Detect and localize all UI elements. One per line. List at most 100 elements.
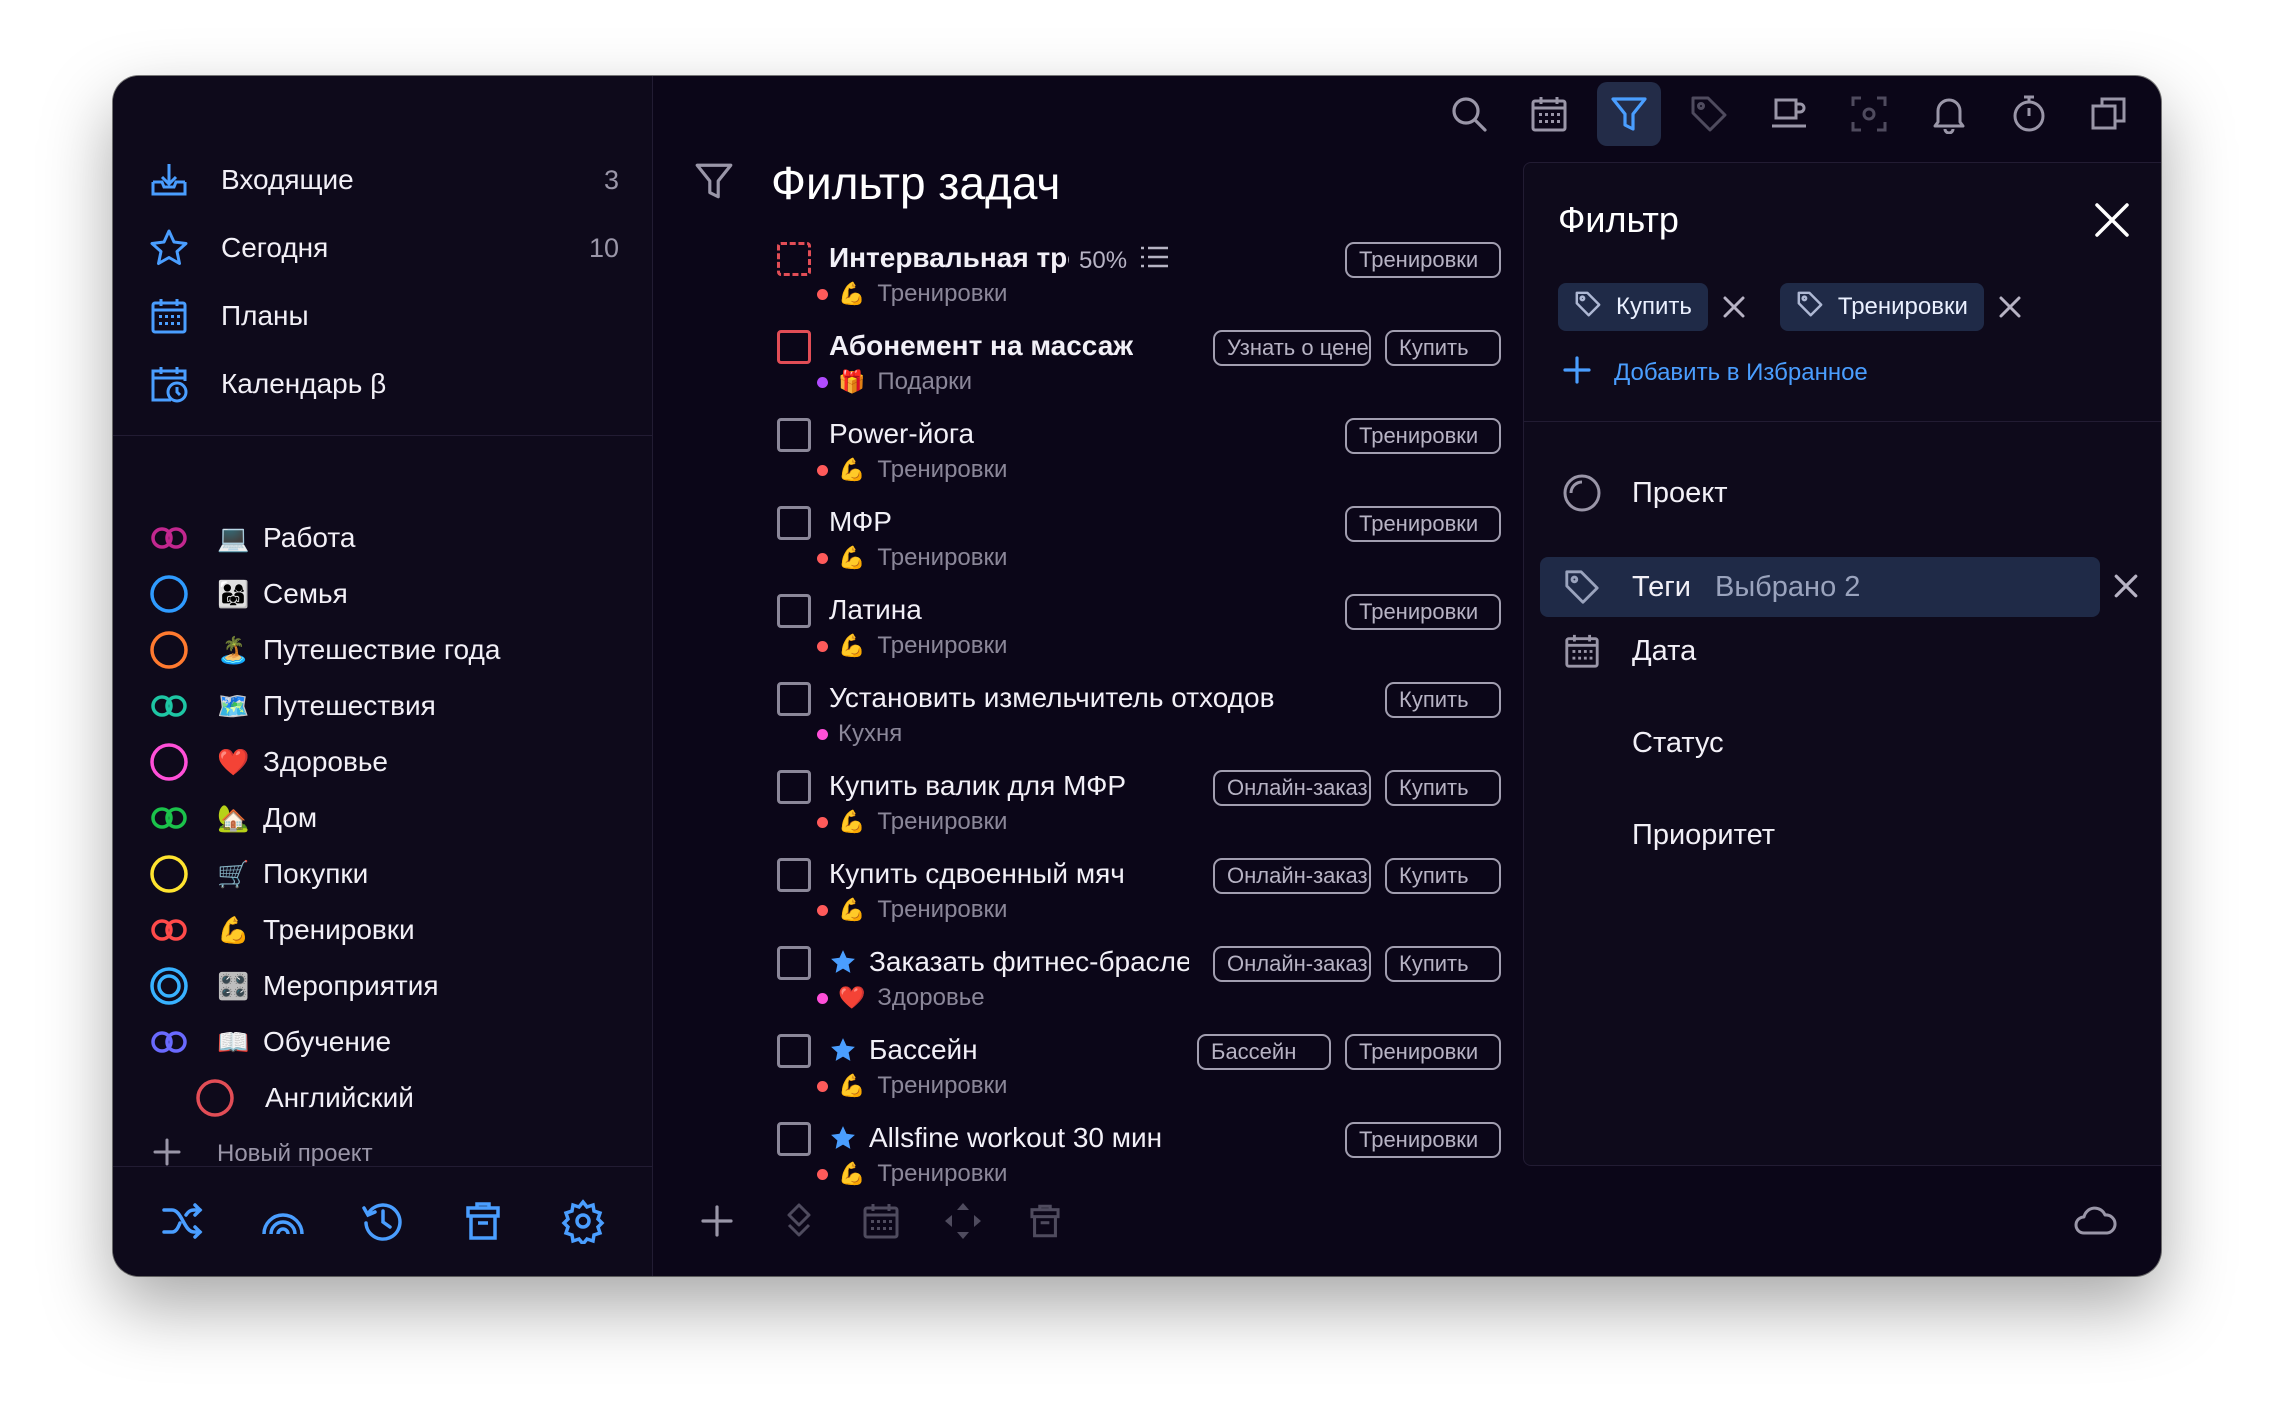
- tag-icon: [1796, 290, 1824, 325]
- task-checkbox[interactable]: [777, 242, 811, 276]
- sidebar-item-calendar[interactable]: Календарь β: [113, 350, 653, 418]
- calendar-icon[interactable]: [1517, 82, 1581, 146]
- remove-tag-icon[interactable]: [1722, 295, 1746, 319]
- task-tag-chip[interactable]: Купить: [1385, 858, 1501, 894]
- sidebar-item-plans[interactable]: Планы: [113, 282, 653, 350]
- task-tag-chip[interactable]: Онлайн-заказ: [1213, 770, 1371, 806]
- cloud-icon[interactable]: [2073, 1203, 2117, 1242]
- task-project: Кухня: [817, 720, 902, 748]
- task-row[interactable]: Бассейн 💪 Тренировки Бассейн Тренировки: [761, 1026, 1501, 1114]
- clear-tags-icon[interactable]: [2113, 573, 2139, 604]
- filter-icon[interactable]: [1597, 82, 1661, 146]
- subproject-item[interactable]: Английский: [113, 1070, 653, 1126]
- tag-chip-buy[interactable]: Купить: [1558, 283, 1708, 331]
- task-row[interactable]: Установить измельчитель отходов Кухня Купи…: [761, 674, 1501, 762]
- project-item[interactable]: 🏝️ Путешествие года: [113, 622, 653, 678]
- task-checkbox[interactable]: [777, 1122, 811, 1156]
- project-item[interactable]: 📖 Обучение: [113, 1014, 653, 1070]
- task-checkbox[interactable]: [777, 594, 811, 628]
- task-row[interactable]: Латина 💪 Тренировки Тренировки: [761, 586, 1501, 674]
- task-checkbox[interactable]: [777, 682, 811, 716]
- tag-chip-trainings[interactable]: Тренировки: [1779, 283, 1984, 331]
- coffee-icon[interactable]: [1757, 82, 1821, 146]
- settings-icon[interactable]: [557, 1195, 609, 1247]
- search-icon[interactable]: [1437, 82, 1501, 146]
- task-row[interactable]: Купить сдвоенный мяч 💪 Тренировки Онлайн-за…: [761, 850, 1501, 938]
- task-tag-chip[interactable]: Бассейн: [1197, 1034, 1331, 1070]
- move-icon[interactable]: [775, 1197, 823, 1245]
- sidebar-item-inbox[interactable]: Входящие 3: [113, 146, 653, 214]
- project-item[interactable]: 💻 Работа: [113, 510, 653, 566]
- task-checkbox[interactable]: [777, 506, 811, 540]
- task-checkbox[interactable]: [777, 770, 811, 804]
- project-item[interactable]: 🎛️ Мероприятия: [113, 958, 653, 1014]
- project-label: Покупки: [263, 858, 369, 889]
- focus-icon[interactable]: [1837, 82, 1901, 146]
- task-row[interactable]: Power-йога 💪 Тренировки Тренировки: [761, 410, 1501, 498]
- tag-icon[interactable]: [1677, 82, 1741, 146]
- history-icon[interactable]: [357, 1195, 409, 1247]
- task-row[interactable]: Купить валик для МФР 💪 Тренировки Онлайн-за…: [761, 762, 1501, 850]
- timer-icon[interactable]: [1997, 82, 2061, 146]
- remove-tag-icon[interactable]: [1998, 295, 2022, 319]
- new-project-label: Новый проект: [217, 1140, 373, 1167]
- task-checkbox[interactable]: [777, 418, 811, 452]
- project-dot: [817, 992, 828, 1004]
- bell-icon[interactable]: [1917, 82, 1981, 146]
- sidebar-item-label: Сегодня: [221, 232, 329, 263]
- trash-icon[interactable]: [457, 1195, 509, 1247]
- task-tag-chip[interactable]: Тренировки: [1345, 418, 1501, 454]
- project-item[interactable]: 🛒 Покупки: [113, 846, 653, 902]
- windows-icon[interactable]: [2077, 82, 2141, 146]
- project-dot: [817, 464, 828, 476]
- task-tag-chip[interactable]: Онлайн-заказ: [1213, 946, 1371, 982]
- project-item[interactable]: 👨‍👩‍👧 Семья: [113, 566, 653, 622]
- project-item[interactable]: 💪 Тренировки: [113, 902, 653, 958]
- plus-icon[interactable]: [693, 1197, 741, 1245]
- circle-icon: [147, 628, 191, 672]
- task-tag-chip[interactable]: Тренировки: [1345, 242, 1501, 278]
- calendar-icon[interactable]: [857, 1197, 905, 1245]
- filter-row-tags[interactable]: Теги Выбрано 2: [1540, 557, 2100, 617]
- task-tag-chip[interactable]: Тренировки: [1345, 506, 1501, 542]
- task-tag-chip[interactable]: Купить: [1385, 770, 1501, 806]
- task-title: Интервальная тренировка: [829, 242, 1069, 273]
- project-item[interactable]: ❤️ Здоровье: [113, 734, 653, 790]
- project-emoji: 💪: [838, 281, 866, 306]
- filter-row-date[interactable]: Дата: [1540, 621, 2100, 681]
- task-tag-chip[interactable]: Купить: [1385, 330, 1501, 366]
- task-tag-chip[interactable]: Купить: [1385, 946, 1501, 982]
- task-checkbox[interactable]: [777, 946, 811, 980]
- filter-row-priority[interactable]: Приоритет: [1540, 805, 2100, 865]
- filter-row-project[interactable]: Проект: [1540, 463, 2100, 523]
- task-checkbox[interactable]: [777, 1034, 811, 1068]
- close-icon[interactable]: [2093, 201, 2131, 244]
- task-tag-chip[interactable]: Узнать о цене: [1213, 330, 1371, 366]
- task-tag-chip[interactable]: Тренировки: [1345, 594, 1501, 630]
- filter-row-status[interactable]: Статус: [1540, 713, 2100, 773]
- rainbow-icon[interactable]: [257, 1195, 309, 1247]
- add-favorite-button[interactable]: Добавить в Избранное: [1562, 355, 1868, 390]
- sidebar-item-today[interactable]: Сегодня 10: [113, 214, 653, 282]
- task-tags: Тренировки: [1345, 1122, 1501, 1158]
- task-row[interactable]: Абонемент на массаж 🎁 Подарки Узнать о цене…: [761, 322, 1501, 410]
- shuffle-icon[interactable]: [157, 1195, 209, 1247]
- task-tag-chip[interactable]: Купить: [1385, 682, 1501, 718]
- task-project: 💪 Тренировки: [817, 808, 1007, 836]
- task-title: Бассейн: [869, 1034, 978, 1065]
- task-tag-chip[interactable]: Тренировки: [1345, 1034, 1501, 1070]
- task-checkbox[interactable]: [777, 330, 811, 364]
- task-row[interactable]: Интервальная тренировка 50% 💪 Тренировки Тре…: [761, 234, 1501, 322]
- task-tag-chip[interactable]: Тренировки: [1345, 1122, 1501, 1158]
- task-checkbox[interactable]: [777, 858, 811, 892]
- task-tag-chip[interactable]: Онлайн-заказ: [1213, 858, 1371, 894]
- project-item[interactable]: 🏡 Дом: [113, 790, 653, 846]
- project-dot: [817, 376, 828, 388]
- task-row[interactable]: Заказать фитнес-браслет ❤️ Здоровье Онлайн-…: [761, 938, 1501, 1026]
- task-row[interactable]: МФР 💪 Тренировки Тренировки: [761, 498, 1501, 586]
- project-item[interactable]: 🗺️ Путешествия: [113, 678, 653, 734]
- project-dot: [817, 640, 828, 652]
- arrows-icon[interactable]: [939, 1197, 987, 1245]
- trash-icon[interactable]: [1021, 1197, 1069, 1245]
- sidebar-item-label: Календарь β: [221, 368, 387, 399]
